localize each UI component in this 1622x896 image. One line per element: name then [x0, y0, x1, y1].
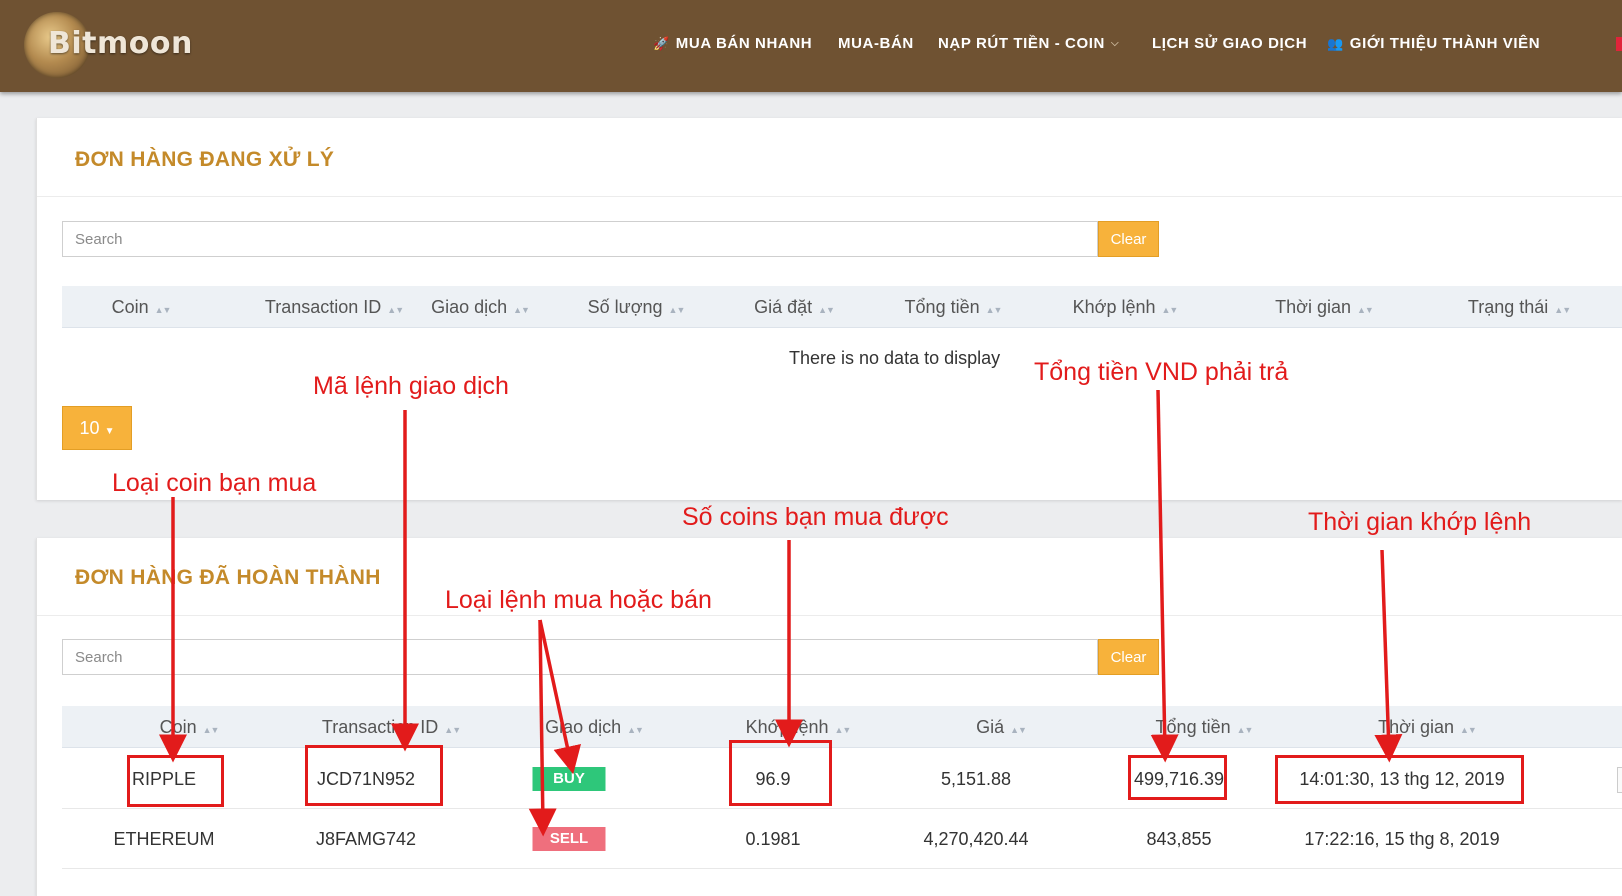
annotation-match-time: Thời gian khớp lệnh [1308, 508, 1532, 536]
pending-orders-panel: ĐƠN HÀNG ĐANG XỬ LÝ Clear Coin▲▼ Transac… [36, 118, 1622, 500]
sort-icon: ▲▼ [985, 305, 1003, 315]
nav-item-label: LỊCH SỬ GIAO DỊCH [1152, 35, 1308, 52]
table-header: Coin ▲▼ Transaction ID ▲▼ Giao dịch ▲▼ Số l… [62, 286, 1622, 328]
nav-item-label: MUA BÁN NHANH [675, 35, 813, 52]
divider [37, 615, 1622, 616]
annotation-coin-type: Loại coin bạn mua [112, 469, 317, 497]
sort-icon: ▲▼ [627, 725, 644, 735]
annotation-coin-amount: Số coins bạn mua được [682, 503, 949, 531]
sort-icon: ▲▼ [818, 305, 835, 315]
column-header-status[interactable]: Trạng thái ▲▼ [1468, 286, 1571, 328]
cell-time: 17:22:16, 15 thg 8, 2019 [1304, 829, 1500, 849]
column-header-trade-type[interactable]: Giao dịch ▲▼ [431, 286, 530, 328]
search-input[interactable] [62, 221, 1098, 257]
column-header-total[interactable]: Tổng tiền ▲▼ [1156, 706, 1254, 748]
sort-icon: ▲▼ [202, 725, 220, 735]
main-nav: 🚀 MUA BÁN NHANH MUA-BÁN NẠP RÚT TIỀN - C… [0, 35, 1622, 59]
column-header-time[interactable]: Thời gian ▲▼ [1275, 286, 1374, 328]
cell-price: 4,270,420.44 [923, 829, 1029, 849]
caret-down-icon: ▼ [104, 425, 115, 437]
column-header-price[interactable]: Giá ▲▼ [976, 706, 1027, 748]
sort-icon: ▲▼ [1357, 305, 1374, 315]
buy-badge: BUY [532, 767, 606, 791]
column-header-trade-type[interactable]: Giao dịch ▲▼ [545, 706, 644, 748]
sort-icon: ▲▼ [1161, 305, 1179, 315]
nav-item-quick-trade[interactable]: 🚀 MUA BÁN NHANH [653, 35, 812, 52]
empty-state-text: There is no data to display [789, 348, 1001, 368]
clear-button[interactable]: Clear [1098, 221, 1159, 257]
panel-title: ĐƠN HÀNG ĐANG XỬ LÝ [75, 148, 335, 171]
sell-badge: SELL [532, 827, 606, 851]
column-header-matched[interactable]: Khớp lệnh ▲▼ [1073, 286, 1179, 328]
highlight-box-total [1128, 755, 1227, 800]
page-size-dropdown[interactable]: 10 ▼ [62, 406, 132, 450]
nav-item-referral[interactable]: 👥 GIỚI THIỆU THÀNH VIÊN [1327, 35, 1540, 52]
language-flag-icon[interactable] [1616, 37, 1622, 51]
cell-transaction-id: J8FAMG742 [315, 829, 417, 849]
sort-icon: ▲▼ [834, 725, 852, 735]
cell-total: 843,855 [1146, 829, 1212, 849]
sort-icon: ▲▼ [1010, 725, 1027, 735]
nav-item-trade[interactable]: MUA-BÁN [838, 35, 914, 52]
cell-price: 5,151.88 [940, 769, 1012, 789]
row-action-handle[interactable] [1617, 767, 1622, 793]
highlight-box-time [1275, 755, 1524, 804]
completed-orders-panel: ĐƠN HÀNG ĐÃ HOÀN THÀNH Clear Coin▲▼ Tran… [36, 538, 1622, 896]
sort-icon: ▲▼ [1460, 725, 1477, 735]
column-header-coin[interactable]: Coin ▲▼ [160, 706, 220, 748]
sort-icon: ▲▼ [513, 305, 530, 315]
annotation-transaction-id: Mã lệnh giao dịch [313, 372, 509, 400]
highlight-box-transaction-id [305, 745, 443, 806]
column-header-quantity[interactable]: Số lượng ▲▼ [588, 286, 686, 328]
table-row[interactable]: ETHEREUM J8FAMG742 SELL 0.1981 4,270,420… [62, 809, 1622, 869]
nav-item-deposit-withdraw[interactable]: NẠP RÚT TIỀN - COIN ⌵ [938, 35, 1119, 52]
clear-button[interactable]: Clear [1098, 639, 1159, 675]
sort-icon: ▲▼ [387, 305, 404, 315]
column-header-transaction-id[interactable]: Transaction ID ▲▼ [322, 706, 461, 748]
sort-icon: ▲▼ [1554, 305, 1571, 315]
rocket-icon: 🚀 [653, 35, 670, 51]
divider [37, 196, 1622, 197]
column-header-transaction-id[interactable]: Transaction ID ▲▼ [265, 286, 404, 328]
sort-icon: ▲▼ [154, 305, 172, 315]
column-header-time[interactable]: Thời gian ▲▼ [1378, 706, 1477, 748]
table-header: Coin ▲▼ Transaction ID ▲▼ Giao dịch ▲▼ Khớp… [62, 706, 1622, 748]
user-plus-icon: 👥 [1327, 35, 1344, 51]
sort-icon: ▲▼ [444, 725, 461, 735]
nav-item-label: NẠP RÚT TIỀN - COIN [938, 35, 1105, 52]
top-navbar: Bitmoon 🚀 MUA BÁN NHANH MUA-BÁN NẠP RÚT … [0, 0, 1622, 92]
column-header-order-price[interactable]: Giá đặt ▲▼ [754, 286, 835, 328]
annotation-total-vnd: Tổng tiền VND phải trả [1034, 358, 1289, 386]
nav-item-label: GIỚI THIỆU THÀNH VIÊN [1349, 35, 1541, 52]
chevron-down-icon: ⌵ [1110, 38, 1120, 49]
sort-icon: ▲▼ [1236, 725, 1254, 735]
highlight-box-matched [729, 740, 832, 806]
annotation-order-side: Loại lệnh mua hoặc bán [445, 586, 712, 614]
column-header-coin[interactable]: Coin ▲▼ [112, 286, 172, 328]
column-header-total[interactable]: Tổng tiền ▲▼ [905, 286, 1003, 328]
cell-coin: ETHEREUM [113, 829, 215, 849]
highlight-box-coin [127, 755, 224, 807]
panel-title: ĐƠN HÀNG ĐÃ HOÀN THÀNH [75, 566, 381, 589]
nav-item-history[interactable]: LỊCH SỬ GIAO DỊCH [1152, 35, 1307, 52]
search-input[interactable] [62, 639, 1098, 675]
nav-item-label: MUA-BÁN [838, 35, 914, 52]
sort-icon: ▲▼ [668, 305, 686, 315]
cell-matched: 0.1981 [745, 829, 801, 849]
